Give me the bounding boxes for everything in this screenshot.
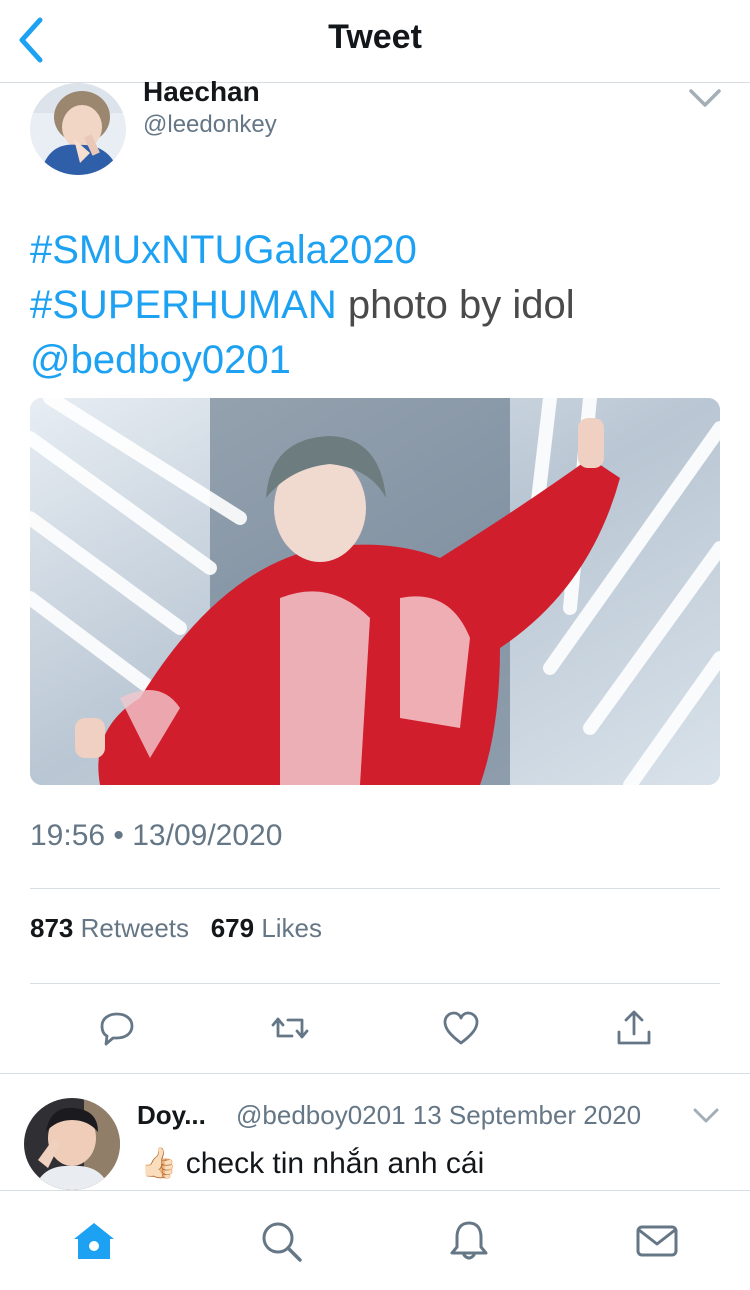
chevron-down-icon[interactable] — [692, 1106, 720, 1126]
share-icon[interactable] — [614, 1008, 654, 1048]
likes-label[interactable]: Likes — [261, 913, 322, 943]
retweets-count[interactable]: 873 — [30, 913, 73, 943]
notifications-icon[interactable] — [447, 1219, 491, 1263]
divider — [30, 888, 720, 889]
reply-text: 👍🏻 check tin nhắn anh cái — [140, 1146, 484, 1181]
messages-icon[interactable] — [635, 1219, 679, 1263]
thumbs-up-emoji: 👍🏻 — [140, 1147, 178, 1180]
retweet-icon[interactable] — [270, 1008, 310, 1048]
reply-avatar[interactable] — [24, 1098, 120, 1190]
reply-tweet[interactable]: Doy... @bedboy0201 13 September 2020 👍🏻 … — [0, 1074, 750, 1190]
reply-message: check tin nhắn anh cái — [185, 1147, 485, 1180]
tweet-text-plain: photo by idol — [336, 283, 575, 327]
divider — [30, 983, 720, 984]
bottom-tab-bar — [0, 1190, 750, 1290]
home-icon[interactable] — [72, 1219, 116, 1263]
like-icon[interactable] — [441, 1008, 481, 1048]
reply-icon[interactable] — [97, 1008, 137, 1048]
author-handle: @leedonkey — [143, 111, 277, 138]
author-avatar[interactable] — [30, 83, 126, 175]
page-title: Tweet — [328, 18, 422, 56]
tweet-timestamp: 19:56 • 13/09/2020 — [30, 819, 283, 852]
tweet-text: #SMUxNTUGala2020 #SUPERHUMAN photo by id… — [30, 223, 720, 388]
tweet-actions — [0, 1008, 750, 1048]
author-name[interactable]: Haechan — [143, 76, 260, 108]
search-icon[interactable] — [259, 1219, 303, 1263]
hashtag-link[interactable]: #SUPERHUMAN — [30, 283, 337, 327]
chevron-down-icon[interactable] — [688, 86, 722, 110]
tweet-photo[interactable] — [30, 398, 720, 785]
reply-handle-date: @bedboy0201 13 September 2020 — [236, 1100, 642, 1130]
top-nav-bar: Tweet — [0, 0, 750, 83]
retweets-label[interactable]: Retweets — [81, 913, 189, 943]
mention-link[interactable]: @bedboy0201 — [30, 338, 291, 382]
likes-count[interactable]: 679 — [211, 913, 254, 943]
tweet-stats: 873 Retweets 679 Likes — [30, 913, 322, 944]
reply-author-name[interactable]: Doy... — [137, 1100, 206, 1131]
hashtag-link[interactable]: #SMUxNTUGala2020 — [30, 228, 417, 272]
